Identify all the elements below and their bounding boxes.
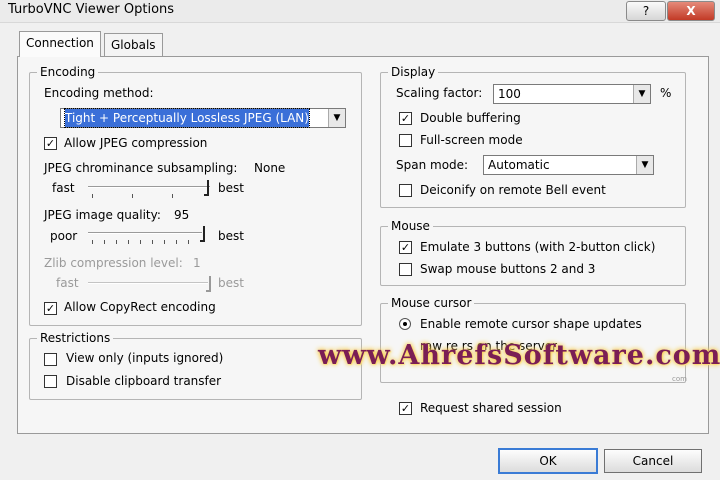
restrictions-legend: Restrictions: [37, 331, 114, 345]
tab-connection[interactable]: Connection: [19, 31, 101, 57]
cancel-button[interactable]: Cancel: [604, 449, 702, 473]
quality-best-label: best: [218, 229, 244, 243]
quality-slider[interactable]: [88, 226, 210, 246]
ok-button[interactable]: OK: [498, 448, 598, 474]
encoding-method-select[interactable]: Tight + Perceptually Lossless JPEG (LAN)…: [60, 108, 346, 128]
mouse-legend: Mouse: [388, 219, 433, 233]
mouse-group: [380, 226, 686, 286]
zlib-fast-label: fast: [56, 276, 79, 290]
remote-cursor-shape-radio[interactable]: [399, 318, 411, 330]
scaling-unit: %: [660, 86, 672, 100]
swap-buttons-label: Swap mouse buttons 2 and 3: [420, 262, 596, 276]
double-buffering-label: Double buffering: [420, 111, 521, 125]
checkmark-icon: ✓: [400, 402, 411, 415]
fullscreen-label: Full-screen mode: [420, 133, 523, 147]
watermark-text: www.AhrefsSoftware.com: [318, 340, 720, 371]
restrictions-group: [29, 338, 362, 400]
quality-label: JPEG image quality:: [44, 208, 161, 222]
checkmark-icon: ✓: [400, 241, 411, 254]
chroma-slider[interactable]: [88, 180, 210, 200]
encoding-legend: Encoding: [37, 65, 99, 79]
emulate-3-buttons-label: Emulate 3 buttons (with 2-button click): [420, 240, 656, 254]
scaling-select[interactable]: 100 ▼: [493, 84, 651, 104]
swap-buttons-checkbox[interactable]: [399, 263, 412, 276]
disable-clipboard-label: Disable clipboard transfer: [66, 374, 222, 388]
allow-jpeg-label: Allow JPEG compression: [64, 136, 208, 150]
request-shared-label: Request shared session: [420, 401, 562, 415]
zlib-slider: [88, 274, 211, 294]
allow-jpeg-checkbox[interactable]: ✓: [44, 137, 57, 150]
deiconify-checkbox[interactable]: [399, 184, 412, 197]
display-legend: Display: [388, 65, 439, 79]
checkmark-icon: ✓: [400, 112, 411, 125]
chevron-down-icon: ▼: [636, 156, 653, 174]
chroma-slider-thumb[interactable]: [204, 180, 209, 196]
copyrect-label: Allow CopyRect encoding: [64, 300, 216, 314]
quality-value: 95: [174, 208, 190, 222]
copyrect-checkbox[interactable]: ✓: [44, 302, 57, 315]
encoding-method-label: Encoding method:: [44, 86, 154, 100]
scaling-label: Scaling factor:: [396, 86, 483, 100]
zlib-slider-thumb: [206, 276, 211, 292]
tab-globals[interactable]: Globals: [104, 33, 163, 56]
scaling-value: 100: [498, 87, 521, 101]
span-mode-value: Automatic: [488, 158, 550, 172]
watermark-small-text: com: [672, 375, 687, 383]
mouse-cursor-legend: Mouse cursor: [388, 296, 475, 310]
help-button[interactable]: ?: [626, 1, 666, 21]
emulate-3-buttons-checkbox[interactable]: ✓: [399, 241, 412, 254]
chevron-down-icon: ▼: [633, 85, 650, 103]
close-button[interactable]: X: [667, 1, 715, 21]
encoding-method-value: Tight + Perceptually Lossless JPEG (LAN): [64, 108, 310, 128]
view-only-label: View only (inputs ignored): [66, 351, 224, 365]
zlib-label: Zlib compression level:: [44, 256, 183, 270]
quality-slider-thumb[interactable]: [200, 226, 205, 242]
disable-clipboard-checkbox[interactable]: [44, 375, 57, 388]
quality-poor-label: poor: [50, 229, 78, 243]
chroma-label: JPEG chrominance subsampling:: [44, 161, 238, 175]
remote-cursor-shape-label: Enable remote cursor shape updates: [420, 317, 642, 331]
deiconify-label: Deiconify on remote Bell event: [420, 183, 606, 197]
zlib-best-label: best: [218, 276, 244, 290]
view-only-checkbox[interactable]: [44, 353, 57, 366]
chroma-value: None: [254, 161, 286, 175]
double-buffering-checkbox[interactable]: ✓: [399, 112, 412, 125]
chroma-fast-label: fast: [52, 181, 75, 195]
checkmark-icon: ✓: [45, 302, 56, 315]
chevron-down-icon: ▼: [328, 109, 345, 127]
chroma-best-label: best: [218, 181, 244, 195]
span-mode-select[interactable]: Automatic ▼: [483, 155, 654, 175]
span-mode-label: Span mode:: [396, 158, 469, 172]
zlib-value: 1: [193, 256, 201, 270]
checkmark-icon: ✓: [45, 137, 56, 150]
window-title: TurboVNC Viewer Options: [8, 2, 175, 17]
request-shared-checkbox[interactable]: ✓: [399, 402, 412, 415]
fullscreen-checkbox[interactable]: [399, 134, 412, 147]
title-bar: TurboVNC Viewer Options ? X: [0, 0, 720, 23]
